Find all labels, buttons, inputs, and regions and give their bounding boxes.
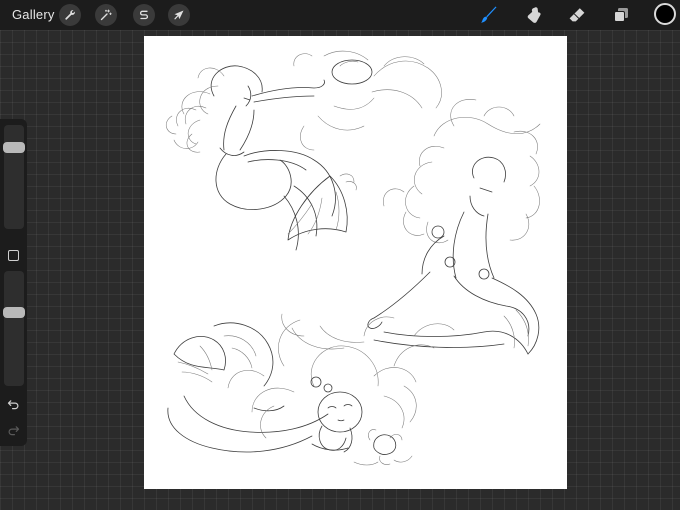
brush-size-slider[interactable]	[3, 125, 25, 229]
brush-size-slider-thumb[interactable]	[3, 142, 25, 153]
modify-button[interactable]	[8, 250, 19, 261]
opacity-slider[interactable]	[3, 271, 25, 386]
undo-arrow-icon	[7, 399, 19, 409]
wrench-icon	[65, 10, 75, 20]
brush-icon	[481, 6, 497, 23]
eraser-button[interactable]	[565, 3, 589, 27]
selection-button[interactable]	[133, 4, 155, 26]
mermaid-sketch-right	[291, 99, 541, 355]
redo-arrow-icon	[8, 425, 20, 435]
smudge-icon	[527, 7, 541, 23]
mermaid-sketch-artwork	[165, 50, 541, 466]
brush-button[interactable]	[477, 3, 501, 27]
adjustments-button[interactable]	[95, 4, 117, 26]
undo-button[interactable]	[6, 397, 21, 411]
left-sidebar	[0, 119, 27, 446]
selection-s-icon	[139, 10, 149, 20]
redo-button[interactable]	[6, 423, 21, 437]
mermaid-sketch-bottom	[167, 313, 455, 466]
gallery-button[interactable]: Gallery	[12, 7, 55, 22]
layers-icon	[614, 8, 628, 22]
top-toolbar: Gallery	[0, 0, 680, 30]
magic-wand-icon	[100, 9, 112, 21]
color-picker-button[interactable]	[654, 3, 676, 25]
transform-button[interactable]	[168, 4, 190, 26]
mermaid-sketch-top-left	[165, 50, 442, 251]
arrow-cursor-icon	[174, 10, 184, 20]
eraser-icon	[569, 8, 585, 22]
drawing-canvas[interactable]	[144, 36, 567, 489]
smudge-button[interactable]	[522, 3, 546, 27]
actions-button[interactable]	[59, 4, 81, 26]
layers-button[interactable]	[609, 3, 633, 27]
opacity-slider-thumb[interactable]	[3, 307, 25, 318]
